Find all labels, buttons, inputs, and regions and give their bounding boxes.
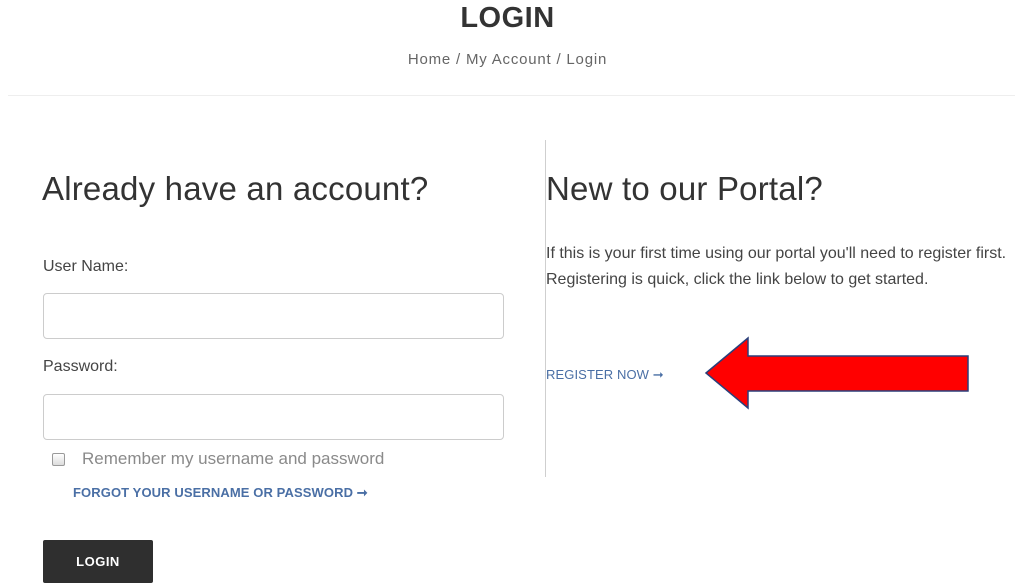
username-label: User Name: [43, 258, 129, 275]
password-label: Password: [43, 358, 118, 375]
register-description: If this is your first time using our por… [546, 245, 1007, 288]
register-now-link[interactable]: REGISTER NOW ➞ [546, 367, 664, 383]
red-arrow-annotation [704, 336, 969, 410]
username-input[interactable] [43, 293, 504, 339]
remember-checkbox[interactable] [52, 452, 65, 466]
remember-label: Remember my username and password [82, 449, 385, 468]
login-button[interactable]: LOGIN [43, 540, 153, 583]
page-title: LOGIN [460, 2, 555, 34]
forgot-password-link[interactable]: FORGOT YOUR USERNAME OR PASSWORD ➞ [73, 485, 368, 501]
remember-row: Remember my username and password [52, 449, 384, 469]
breadcrumb: Home / My Account / Login [407, 51, 608, 68]
header-divider [8, 95, 1015, 96]
password-input[interactable] [43, 394, 504, 440]
register-heading: New to our Portal? [546, 170, 823, 207]
login-heading: Already have an account? [42, 170, 429, 207]
red-arrow-shape [704, 336, 969, 410]
